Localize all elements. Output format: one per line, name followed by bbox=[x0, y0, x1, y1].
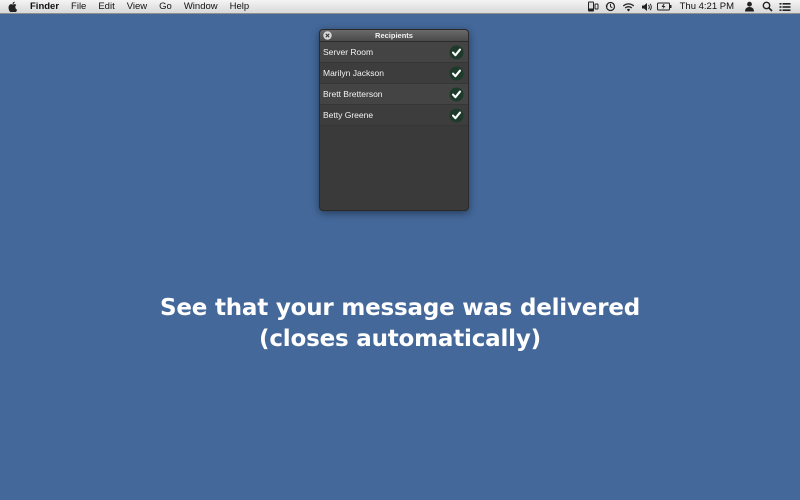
search-icon[interactable] bbox=[758, 0, 776, 14]
recipient-name: Betty Greene bbox=[323, 110, 374, 120]
menu-file[interactable]: File bbox=[65, 0, 92, 14]
apple-logo-icon[interactable] bbox=[0, 1, 26, 12]
panel-title: Recipients bbox=[375, 31, 413, 40]
menu-go[interactable]: Go bbox=[153, 0, 178, 14]
recipient-row: Brett Bretterson bbox=[320, 84, 468, 105]
menu-edit[interactable]: Edit bbox=[92, 0, 120, 14]
recipient-name: Marilyn Jackson bbox=[323, 68, 384, 78]
menu-view[interactable]: View bbox=[121, 0, 153, 14]
caption: See that your message was delivered (clo… bbox=[0, 293, 800, 355]
recipient-row: Betty Greene bbox=[320, 105, 468, 126]
wifi-icon[interactable] bbox=[620, 0, 638, 14]
menu-app-name[interactable]: Finder bbox=[26, 0, 65, 14]
check-icon bbox=[449, 66, 464, 81]
user-icon[interactable] bbox=[740, 0, 758, 14]
recipient-list: Server Room Marilyn Jackson Brett Brette… bbox=[320, 42, 468, 126]
menu-help[interactable]: Help bbox=[224, 0, 256, 14]
menu-clock[interactable]: Thu 4:21 PM bbox=[674, 0, 740, 14]
recipient-row: Marilyn Jackson bbox=[320, 63, 468, 84]
battery-icon[interactable] bbox=[656, 0, 674, 14]
caption-line-1: See that your message was delivered bbox=[159, 295, 640, 321]
check-icon bbox=[449, 87, 464, 102]
menu-bar: Finder File Edit View Go Window Help Thu… bbox=[0, 0, 800, 14]
notification-list-icon[interactable] bbox=[776, 0, 794, 14]
check-icon bbox=[449, 45, 464, 60]
check-icon bbox=[449, 108, 464, 123]
menu-bar-right: Thu 4:21 PM bbox=[584, 0, 800, 13]
close-icon bbox=[323, 31, 332, 40]
recipients-panel: Recipients Server Room Marilyn Jackson B… bbox=[319, 29, 469, 211]
menu-bar-left: Finder File Edit View Go Window Help bbox=[0, 0, 255, 13]
panel-title-bar[interactable]: Recipients bbox=[320, 30, 468, 42]
recipient-name: Server Room bbox=[323, 47, 374, 57]
close-button[interactable] bbox=[323, 31, 332, 40]
volume-icon[interactable] bbox=[638, 0, 656, 14]
recipient-name: Brett Bretterson bbox=[323, 89, 383, 99]
sync-device-icon[interactable] bbox=[584, 0, 602, 14]
recipient-row: Server Room bbox=[320, 42, 468, 63]
time-machine-icon[interactable] bbox=[602, 0, 620, 14]
caption-line-2: (closes automatically) bbox=[259, 326, 541, 352]
menu-window[interactable]: Window bbox=[178, 0, 224, 14]
